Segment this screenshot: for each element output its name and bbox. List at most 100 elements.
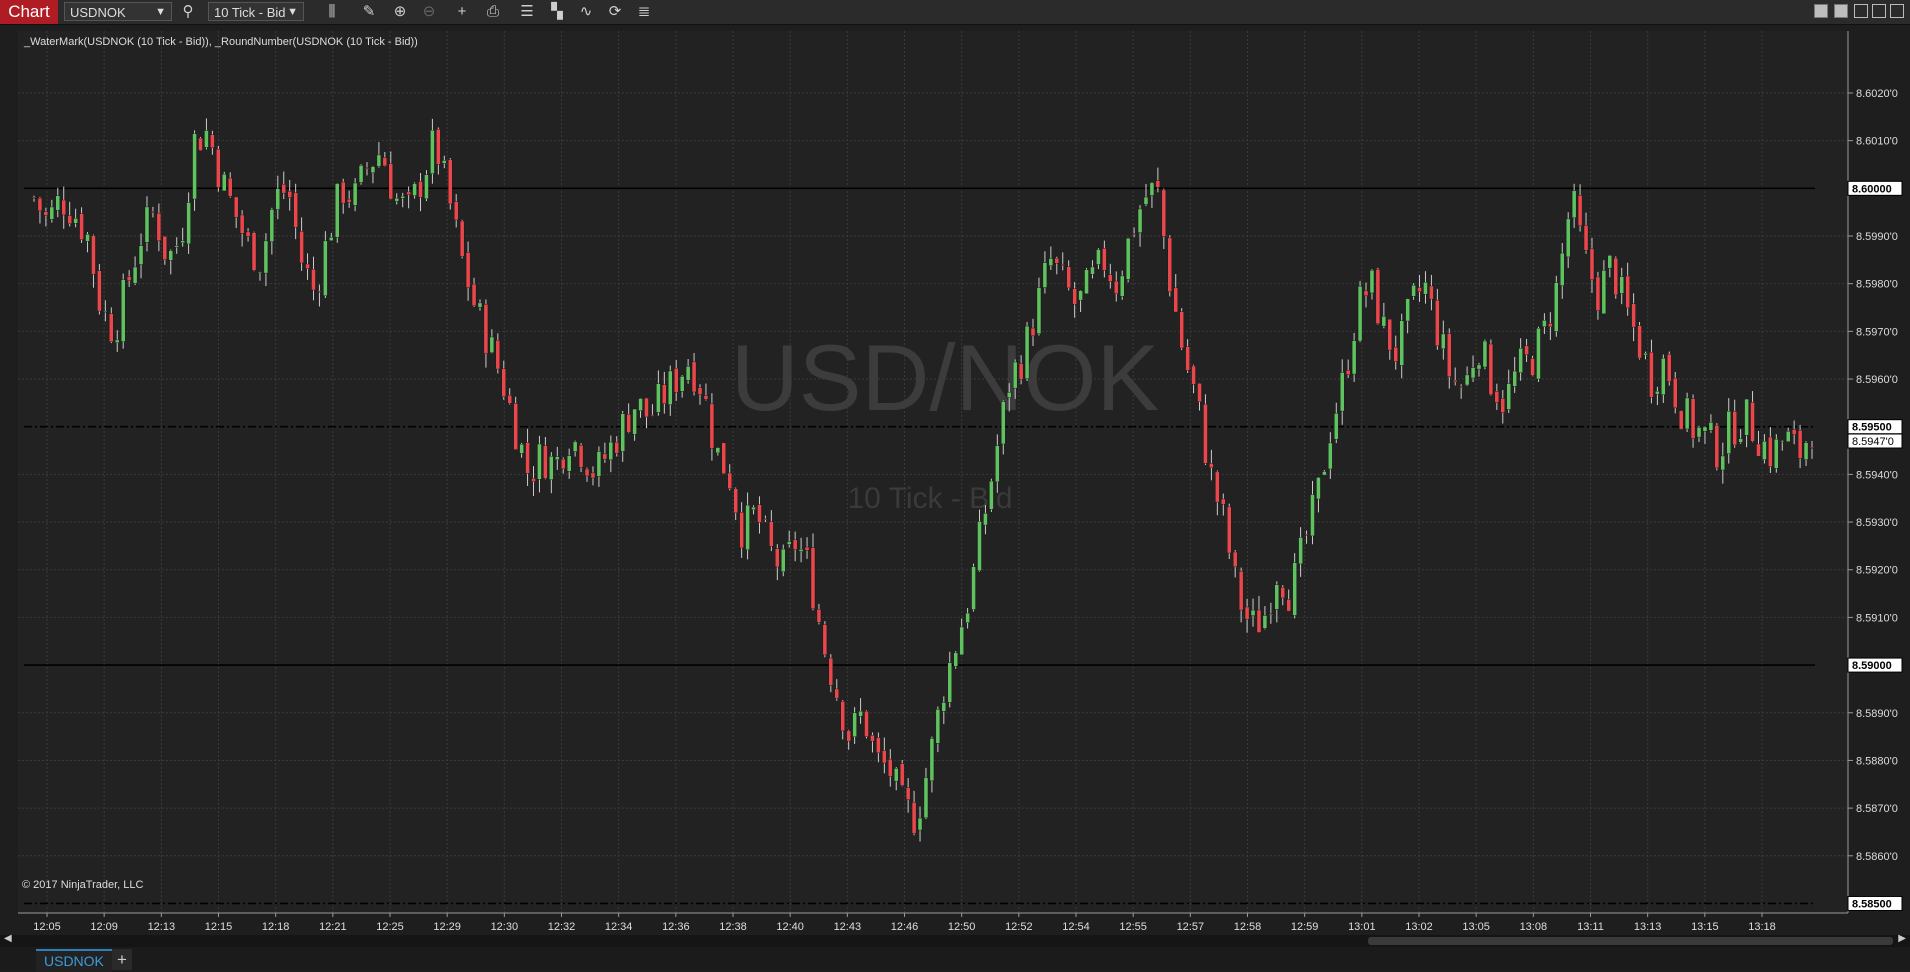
candle-up [959, 626, 964, 656]
candle-up [115, 339, 120, 343]
candle-up [430, 129, 435, 174]
candle-up [186, 202, 191, 245]
drawing-pencil-icon[interactable]: ✎ [359, 2, 379, 22]
candle-up [1084, 269, 1089, 294]
x-tick-label: 12:55 [1119, 921, 1147, 933]
reload-icon[interactable]: ⟳ [605, 2, 625, 22]
candle-up [489, 336, 495, 353]
candle-up [85, 234, 90, 242]
candle-down [1060, 263, 1065, 266]
add-tab-button[interactable]: + [112, 949, 132, 970]
x-tick-label: 13:08 [1520, 921, 1548, 933]
candle-down [584, 468, 590, 477]
candle-up [656, 383, 661, 413]
candle-up [335, 183, 340, 238]
candle-down [834, 688, 839, 699]
search-icon[interactable]: ⚲ [178, 2, 198, 22]
candle-up [174, 245, 179, 248]
candle-up [1012, 361, 1018, 389]
indicators-icon[interactable]: ∿ [576, 2, 596, 22]
candle-down [543, 445, 548, 479]
candle-down [406, 191, 411, 195]
data-series-icon[interactable]: ☰ [517, 2, 537, 22]
candle-up [995, 445, 1000, 483]
candle-up [965, 612, 970, 623]
chart-panel[interactable]: _WaterMark(USDNOK (10 Tick - Bid)), _Rou… [0, 25, 1910, 935]
candle-down [382, 157, 388, 167]
candle-down [156, 213, 162, 241]
zoom-in-icon[interactable]: ⊕ [390, 2, 410, 22]
candle-up [1780, 440, 1785, 443]
list-icon[interactable]: ≣ [634, 2, 654, 22]
candle-down [216, 148, 221, 188]
candle-up [1042, 262, 1048, 288]
candle-down [733, 488, 738, 514]
candle-up [745, 504, 750, 551]
candle-down [1215, 471, 1220, 503]
candle-up [1643, 352, 1648, 356]
candle-up [1774, 438, 1779, 469]
candle-down [483, 304, 489, 354]
scroll-thumb[interactable] [1368, 937, 1893, 945]
bar-type-icon[interactable]: ⫼ [322, 2, 342, 22]
candle-down [876, 737, 881, 754]
chevron-down-icon: ▼ [155, 6, 166, 18]
candle-up [1708, 422, 1714, 431]
x-tick-label: 13:11 [1577, 921, 1604, 933]
candle-down [1018, 363, 1024, 380]
candle-up [549, 456, 554, 480]
y-tick-label: 8.5880'0 [1856, 755, 1898, 767]
candle-down [31, 197, 37, 199]
candle-up [953, 652, 958, 667]
round-level-label: 8.60000 [1852, 183, 1892, 195]
candle-down [341, 181, 346, 204]
candle-down [816, 609, 822, 623]
x-tick-label: 12:58 [1234, 921, 1262, 933]
watermark-symbol: USD/NOK [731, 325, 1159, 430]
candle-down [739, 512, 744, 549]
horizontal-scrollbar[interactable]: ◀ ▶ [0, 933, 1910, 947]
candle-up [1137, 208, 1143, 233]
candle-up [1262, 615, 1268, 629]
candle-up [1464, 374, 1470, 386]
tile-icon[interactable] [1814, 4, 1828, 18]
scroll-right-icon[interactable]: ▶ [1898, 933, 1906, 944]
y-tick-label: 8.5890'0 [1856, 708, 1898, 720]
candle-down [846, 730, 851, 742]
tile-alt-icon[interactable] [1834, 4, 1848, 18]
scroll-left-icon[interactable]: ◀ [4, 933, 12, 944]
candle-down [775, 548, 780, 568]
candle-down [757, 504, 762, 523]
instrument-selector[interactable]: USDNOK ▼ [64, 2, 172, 21]
candle-down [388, 163, 393, 200]
candle-down [436, 129, 441, 165]
snapshot-icon[interactable]: ⎙ [483, 2, 503, 22]
candle-down [1589, 248, 1595, 281]
x-tick-label: 12:59 [1291, 921, 1319, 933]
candle-down [1203, 403, 1208, 464]
candle-down [210, 134, 215, 148]
candle-down [697, 387, 703, 395]
candle-down [67, 215, 72, 224]
close-icon[interactable] [1890, 4, 1904, 18]
candle-up [1351, 340, 1357, 375]
candle-down [448, 159, 453, 205]
candle-down [364, 167, 370, 170]
candle-down [1673, 377, 1678, 409]
tab-usdnok[interactable]: USDNOK [36, 949, 112, 972]
minimize-icon[interactable] [1854, 4, 1868, 18]
price-chart[interactable]: _WaterMark(USDNOK (10 Tick - Bid)), _Rou… [0, 25, 1910, 935]
crosshair-icon[interactable]: + [452, 2, 472, 22]
zoom-out-icon[interactable]: ⊖ [419, 2, 439, 22]
candle-up [1310, 494, 1315, 537]
candle-down [1179, 311, 1184, 349]
candle-down [311, 269, 316, 291]
chart-menu-button[interactable]: Chart [0, 0, 58, 24]
candle-down [1054, 257, 1059, 264]
candle-up [715, 447, 721, 454]
candle-down [1494, 391, 1500, 403]
maximize-icon[interactable] [1872, 4, 1886, 18]
interval-selector[interactable]: 10 Tick - Bid ▼ [208, 2, 304, 21]
properties-icon[interactable]: ▚ [547, 2, 567, 22]
candle-up [679, 376, 685, 392]
